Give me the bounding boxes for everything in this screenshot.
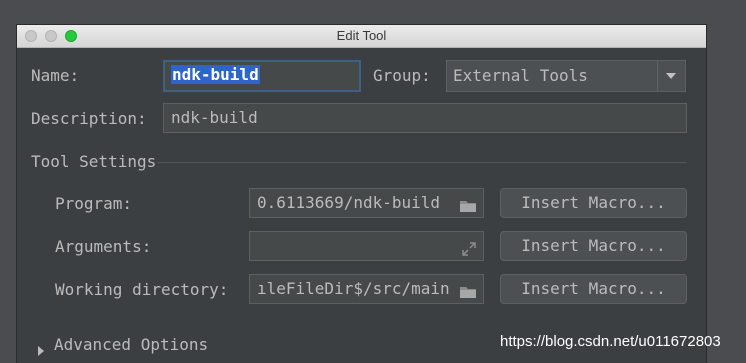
working-directory-label: Working directory: [55, 280, 229, 299]
name-label: Name: [31, 66, 80, 85]
working-directory-insert-macro-button[interactable]: Insert Macro... [500, 274, 687, 304]
window-title: Edit Tool [336, 28, 387, 43]
working-directory-input[interactable]: ıleFileDir$/src/main [249, 274, 484, 304]
name-input[interactable]: ndk-build [163, 60, 361, 92]
title-bar[interactable]: Edit Tool [17, 25, 706, 48]
description-input[interactable]: ndk-build [163, 103, 687, 133]
program-label: Program: [55, 194, 133, 213]
edit-tool-dialog: Edit Tool Name: ndk-build Group: Externa… [16, 24, 707, 363]
arguments-input[interactable] [249, 231, 484, 261]
description-label: Description: [31, 109, 147, 128]
section-divider [157, 162, 687, 163]
folder-icon[interactable] [459, 281, 477, 303]
chevron-down-icon[interactable] [657, 61, 685, 91]
name-input-selected-text: ndk-build [171, 65, 260, 84]
expand-icon[interactable] [461, 238, 477, 260]
group-select-value: External Tools [453, 66, 588, 85]
triangle-right-icon[interactable] [37, 341, 45, 360]
program-input[interactable]: 0.6113669/ndk-build [249, 188, 484, 218]
arguments-label: Arguments: [55, 237, 152, 256]
watermark-text: https://blog.csdn.net/u011672803 [500, 333, 721, 350]
folder-icon[interactable] [459, 195, 477, 217]
advanced-options-toggle[interactable]: Advanced Options [54, 335, 208, 354]
group-label: Group: [373, 66, 431, 85]
arguments-insert-macro-button[interactable]: Insert Macro... [500, 231, 687, 261]
program-input-value: 0.6113669/ndk-build [257, 193, 441, 212]
tool-settings-title: Tool Settings [31, 152, 157, 171]
group-select[interactable]: External Tools [446, 60, 686, 92]
working-directory-input-value: ıleFileDir$/src/main [257, 279, 450, 298]
program-insert-macro-button[interactable]: Insert Macro... [500, 188, 687, 218]
